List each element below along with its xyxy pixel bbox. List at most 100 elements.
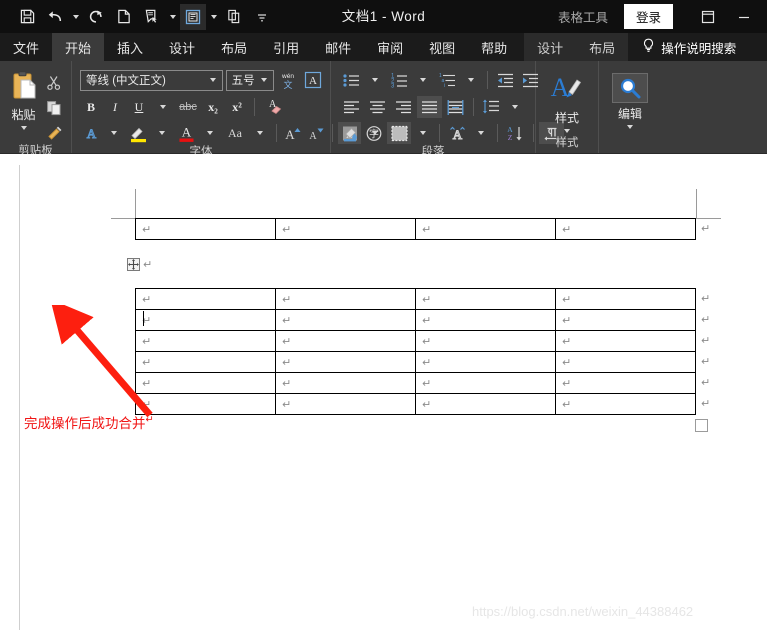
touch-mode-icon[interactable] [139,4,165,30]
table-cell[interactable]: ↵ [135,372,276,394]
table-cell[interactable]: ↵ [275,288,416,310]
table-cell[interactable]: ↵ [135,351,276,373]
styles-button[interactable]: A 样式 [541,71,593,133]
table-cell[interactable]: ↵ [415,288,556,310]
asian-layout-icon[interactable]: A [445,122,469,144]
table-cell[interactable]: ↵ [415,351,556,373]
print-preview-icon[interactable] [180,3,206,30]
print-dropdown-icon[interactable] [208,4,219,30]
table-cell[interactable]: ↵ [135,288,276,310]
table-cell[interactable]: ↵ [555,218,696,240]
strikethrough-button[interactable]: abc [176,96,200,118]
undo-dropdown-icon[interactable] [70,4,81,30]
sign-in-button[interactable]: 登录 [623,4,673,29]
table-cell[interactable]: ↵ [555,330,696,352]
shading-icon[interactable] [339,122,363,144]
align-right-icon[interactable] [391,96,416,118]
tab-file[interactable]: 文件 [0,33,52,61]
table-cell[interactable]: ↵ [555,393,696,415]
scissors-icon[interactable] [42,72,66,94]
table-cell[interactable]: ↵ [135,218,276,240]
subscript-button[interactable]: x₂ [202,96,224,118]
undo-icon[interactable] [42,4,68,30]
minimize-window-icon[interactable] [727,0,761,33]
phonetic-guide-icon[interactable]: wén 文 [277,69,299,91]
underline-dropdown-icon[interactable] [152,96,174,118]
superscript-button[interactable]: x² [226,96,248,118]
table-cell[interactable]: ↵ [555,351,696,373]
table-cell[interactable]: ↵ [275,393,416,415]
table-cell[interactable]: ↵ [555,309,696,331]
table-row[interactable]: ↵ ↵ ↵ ↵ [135,218,696,240]
italic-button[interactable]: I [104,96,126,118]
text-highlight-icon[interactable] [126,122,150,144]
tab-insert[interactable]: 插入 [104,33,156,61]
table-cell[interactable]: ↵ [415,372,556,394]
table-cell[interactable]: ↵ [275,372,416,394]
distribute-text-icon[interactable] [443,96,468,118]
shading-dropdown-icon[interactable] [364,122,386,144]
paste-dropdown-icon[interactable] [20,126,27,130]
copy-icon[interactable] [221,4,247,30]
table-cell[interactable]: ↵ [135,330,276,352]
borders-icon[interactable] [387,122,411,144]
grow-font-icon[interactable]: A [282,122,304,144]
redo-icon[interactable] [83,4,109,30]
editing-button[interactable]: 编辑 [604,71,656,129]
bold-button[interactable]: B [80,96,102,118]
restore-window-icon[interactable] [691,0,725,33]
table-cell[interactable]: ↵ [275,330,416,352]
multilevel-list-icon[interactable]: 1ai [435,69,459,91]
font-color-icon[interactable]: A [174,122,198,144]
change-case-dropdown-icon[interactable] [249,122,271,144]
table-cell[interactable]: ↵ [555,288,696,310]
font-color-dropdown-icon[interactable] [199,122,221,144]
text-effects-icon[interactable]: A [80,122,102,144]
bullet-list-icon[interactable] [339,69,363,91]
table-cell[interactable]: ↵ [135,393,276,415]
bullets-dropdown-icon[interactable] [364,69,386,91]
align-left-icon[interactable] [339,96,364,118]
table-cell[interactable]: ↵ [415,330,556,352]
tab-view[interactable]: 视图 [416,33,468,61]
table-cell[interactable]: ↵ [415,309,556,331]
table-cell[interactable]: ↵ [275,309,416,331]
table-row[interactable]: ↵ ↵ ↵ ↵ [135,351,696,373]
numbering-dropdown-icon[interactable] [412,69,434,91]
table-cell[interactable]: ↵ [415,218,556,240]
tab-layout[interactable]: 布局 [208,33,260,61]
font-family-combobox[interactable]: 等线 (中文正文) [80,69,223,91]
line-spacing-dropdown-icon[interactable] [504,96,526,118]
justify-icon[interactable] [417,96,442,118]
table-cell[interactable]: ↵ [275,351,416,373]
character-border-icon[interactable]: A [302,69,324,91]
table-move-handle-icon[interactable] [127,258,140,271]
table-cell[interactable]: ↵ [555,372,696,394]
document-page[interactable]: ↵ ↵ ↵ ↵ ↵ ↵ ↵ ↵ ↵ ↵ ↵ ↵ ↵ ↵ ↵ ↵ ↵ ↵ ↵ ↵ ↵ ↵ ↵ ↵ ↵ ↵ ↵ ↵ ↵ ↵ ↵ ↵ ↵ … [19,165,748,630]
sort-icon[interactable]: AZ [503,122,528,144]
table-row[interactable]: ↵ ↵ ↵ ↵ [135,393,696,415]
tab-table-design[interactable]: 设计 [524,33,576,61]
table-top-rendered[interactable]: ↵ ↵ ↵ ↵ [135,218,696,240]
change-case-button[interactable]: Aa [222,122,248,144]
line-spacing-icon[interactable] [479,96,503,118]
font-size-combobox[interactable]: 五号 [225,69,274,91]
document-area[interactable]: ↵ ↵ ↵ ↵ ↵ ↵ ↵ ↵ ↵ ↵ ↵ ↵ ↵ ↵ ↵ ↵ ↵ ↵ ↵ ↵ ↵ ↵ ↵ ↵ ↵ ↵ ↵ ↵ ↵ ↵ ↵ ↵ ↵ … [0,154,767,630]
shrink-font-icon[interactable]: A [305,122,327,144]
save-icon[interactable] [14,4,40,30]
styles-dropdown-icon[interactable] [564,129,570,133]
highlight-dropdown-icon[interactable] [151,122,173,144]
font-size-dropdown-icon[interactable] [257,78,271,82]
table-cell[interactable]: ↵ [135,309,276,331]
clear-formatting-icon[interactable]: A [261,96,285,118]
decrease-indent-icon[interactable] [493,69,517,91]
editing-dropdown-icon[interactable] [627,125,633,129]
tab-mailings[interactable]: 邮件 [312,33,364,61]
format-painter-icon[interactable] [42,122,66,144]
align-center-icon[interactable] [365,96,390,118]
tab-design[interactable]: 设计 [156,33,208,61]
asian-layout-dropdown-icon[interactable] [470,122,492,144]
numbered-list-icon[interactable]: 123 [387,69,411,91]
table-cell[interactable]: ↵ [275,218,416,240]
table-row[interactable]: ↵ ↵ ↵ ↵ [135,309,696,331]
